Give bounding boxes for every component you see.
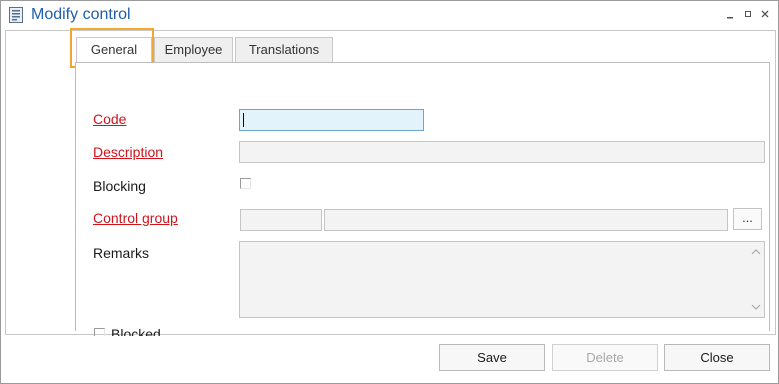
close-button[interactable]: Close — [664, 344, 770, 371]
close-icon[interactable] — [758, 7, 772, 21]
window-title: Modify control — [31, 6, 131, 23]
control-group-label: Control group — [93, 210, 178, 226]
remarks-label: Remarks — [93, 245, 150, 261]
save-button[interactable]: Save — [439, 344, 545, 371]
description-field[interactable] — [239, 141, 765, 163]
modify-control-dialog: Modify control General Employee Translat… — [0, 0, 779, 384]
button-bar: Save Delete Close — [1, 336, 778, 383]
control-group-lookup-button[interactable]: ... — [733, 208, 762, 230]
tab-general[interactable]: General — [76, 37, 152, 64]
control-group-name-field[interactable] — [324, 209, 728, 231]
scroll-up-icon[interactable] — [751, 248, 761, 256]
description-label: Description — [93, 144, 164, 160]
blocking-checkbox[interactable] — [240, 178, 251, 189]
code-field[interactable] — [239, 109, 424, 131]
delete-button[interactable]: Delete — [552, 344, 658, 371]
minimize-icon[interactable] — [723, 7, 737, 21]
tab-employee[interactable]: Employee — [154, 37, 233, 63]
blocking-label: Blocking — [93, 178, 146, 194]
control-group-code-field[interactable] — [240, 209, 322, 231]
title-bar: Modify control — [1, 1, 778, 29]
form-icon — [9, 7, 23, 23]
tab-translations[interactable]: Translations — [235, 37, 333, 63]
remarks-textarea[interactable] — [239, 241, 765, 318]
scroll-down-icon[interactable] — [751, 303, 761, 311]
code-label: Code — [93, 111, 127, 127]
general-panel: Code Description Blocking Control group … — [75, 62, 770, 342]
text-caret — [243, 113, 244, 127]
maximize-icon[interactable] — [741, 7, 755, 21]
dialog-body: General Employee Translations Code Descr… — [5, 28, 776, 342]
